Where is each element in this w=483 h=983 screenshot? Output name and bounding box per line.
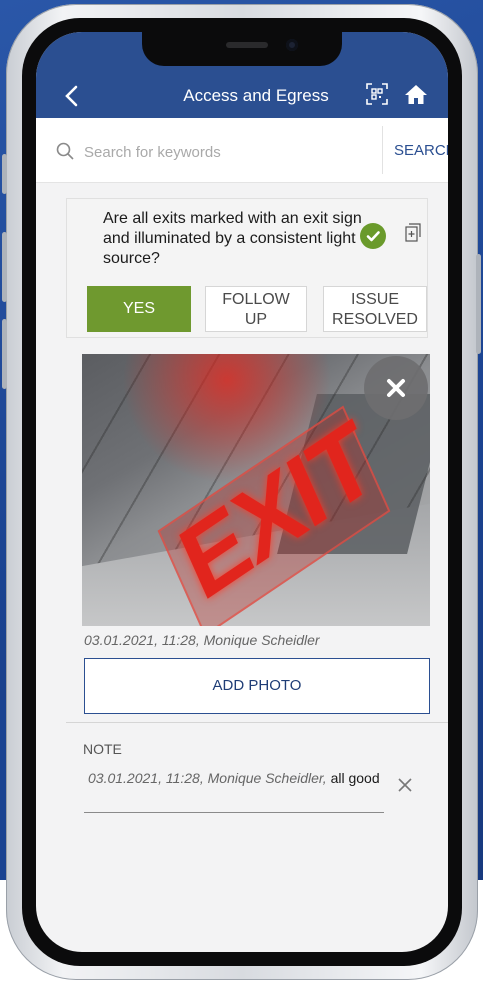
phone-frame: Access and Egress Search for keywords SE… <box>2 4 481 980</box>
speaker <box>226 42 268 48</box>
remove-photo-button[interactable] <box>364 356 428 420</box>
divider <box>66 722 448 723</box>
close-icon <box>398 778 412 792</box>
front-camera <box>286 39 298 51</box>
question-card: Are all exits marked with an exit sign a… <box>66 198 428 338</box>
option-follow-up-button[interactable]: FOLLOW UP <box>205 286 307 332</box>
option-issue-resolved-label-line1: ISSUE <box>350 291 399 308</box>
close-icon <box>387 379 405 397</box>
back-button[interactable] <box>62 84 82 108</box>
volume-down-button <box>2 319 7 389</box>
note-meta: 03.01.2021, 11:28, Monique Scheidler, <box>88 770 327 786</box>
qr-scan-icon <box>366 83 388 105</box>
check-circle-icon <box>360 223 386 249</box>
page-title: Access and Egress <box>183 86 329 105</box>
home-button[interactable] <box>404 83 428 105</box>
search-divider <box>382 126 383 174</box>
screen: Access and Egress Search for keywords SE… <box>36 32 448 952</box>
option-yes-label: YES <box>122 300 155 317</box>
note-label: NOTE <box>83 741 122 757</box>
clear-note-button[interactable] <box>396 776 414 794</box>
note-field[interactable]: 03.01.2021, 11:28, Monique Scheidler, al… <box>88 769 388 787</box>
note-value: all good <box>326 770 380 786</box>
home-icon <box>405 85 427 104</box>
checkmark-icon <box>366 231 380 242</box>
volume-up-button <box>2 232 7 302</box>
search-input[interactable] <box>82 138 366 166</box>
qr-scan-button[interactable] <box>366 83 388 105</box>
option-issue-resolved-label-line2: RESOLVED <box>332 311 418 328</box>
question-text: Are all exits marked with an exit sign a… <box>103 210 362 267</box>
mute-switch <box>2 154 7 194</box>
search-bar: SEARCH <box>36 118 448 183</box>
photo-caption: 03.01.2021, 11:28, Monique Scheidler <box>84 632 320 648</box>
option-follow-up-label-line1: FOLLOW <box>222 291 290 308</box>
add-photo-button[interactable]: ADD PHOTO <box>84 658 430 714</box>
search-icon <box>56 142 74 160</box>
option-issue-resolved-button[interactable]: ISSUE RESOLVED <box>323 286 427 332</box>
search-button[interactable]: SEARCH <box>394 142 448 159</box>
chevron-left-icon <box>65 85 78 107</box>
option-yes-button[interactable]: YES <box>87 286 191 332</box>
copy-add-button[interactable] <box>404 223 422 243</box>
power-button <box>476 254 481 354</box>
notch <box>142 32 342 66</box>
option-follow-up-label-line2: UP <box>244 311 268 328</box>
note-underline <box>84 812 384 813</box>
copy-add-icon <box>405 223 421 242</box>
